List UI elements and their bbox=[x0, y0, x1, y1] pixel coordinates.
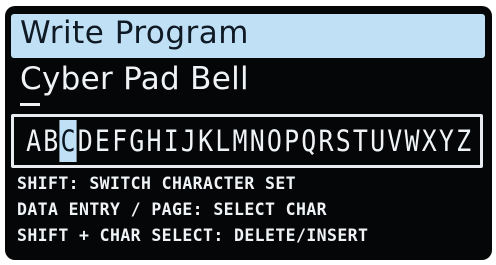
help-line-delete-insert: SHIFT + CHAR SELECT: DELETE/INSERT bbox=[17, 226, 369, 245]
help-line-switch-charset: SHIFT: SWITCH CHARACTER SET bbox=[17, 174, 297, 193]
char-p[interactable]: P bbox=[283, 120, 300, 162]
char-b[interactable]: B bbox=[42, 120, 59, 162]
char-f[interactable]: F bbox=[111, 120, 128, 162]
char-q[interactable]: Q bbox=[300, 120, 317, 162]
char-z[interactable]: Z bbox=[455, 120, 472, 162]
character-selector[interactable]: ABCDEFGHIJKLMNOPQRSTUVWXYZ bbox=[11, 114, 483, 168]
char-d[interactable]: D bbox=[77, 120, 94, 162]
char-v[interactable]: V bbox=[386, 120, 403, 162]
char-r[interactable]: R bbox=[317, 120, 334, 162]
char-e[interactable]: E bbox=[94, 120, 111, 162]
char-j[interactable]: J bbox=[180, 120, 197, 162]
char-k[interactable]: K bbox=[197, 120, 214, 162]
char-g[interactable]: G bbox=[128, 120, 145, 162]
program-name-field[interactable]: Cyber Pad Bell bbox=[20, 61, 249, 97]
char-s[interactable]: S bbox=[335, 120, 352, 162]
char-i[interactable]: I bbox=[163, 120, 180, 162]
char-m[interactable]: M bbox=[231, 120, 248, 162]
title-bar: Write Program bbox=[11, 14, 485, 58]
char-o[interactable]: O bbox=[266, 120, 283, 162]
char-u[interactable]: U bbox=[369, 120, 386, 162]
char-t[interactable]: T bbox=[352, 120, 369, 162]
char-y[interactable]: Y bbox=[438, 120, 455, 162]
char-c[interactable]: C bbox=[59, 120, 77, 162]
char-h[interactable]: H bbox=[145, 120, 162, 162]
page-title: Write Program bbox=[20, 15, 249, 51]
help-line-select-char: DATA ENTRY / PAGE: SELECT CHAR bbox=[17, 200, 328, 219]
char-x[interactable]: X bbox=[421, 120, 438, 162]
character-list: ABCDEFGHIJKLMNOPQRSTUVWXYZ bbox=[25, 120, 472, 162]
char-n[interactable]: N bbox=[249, 120, 266, 162]
char-l[interactable]: L bbox=[214, 120, 231, 162]
char-w[interactable]: W bbox=[403, 120, 420, 162]
display-screen: Write Program Cyber Pad Bell ABCDEFGHIJK… bbox=[5, 6, 492, 260]
text-cursor bbox=[20, 103, 40, 106]
char-a[interactable]: A bbox=[25, 120, 42, 162]
